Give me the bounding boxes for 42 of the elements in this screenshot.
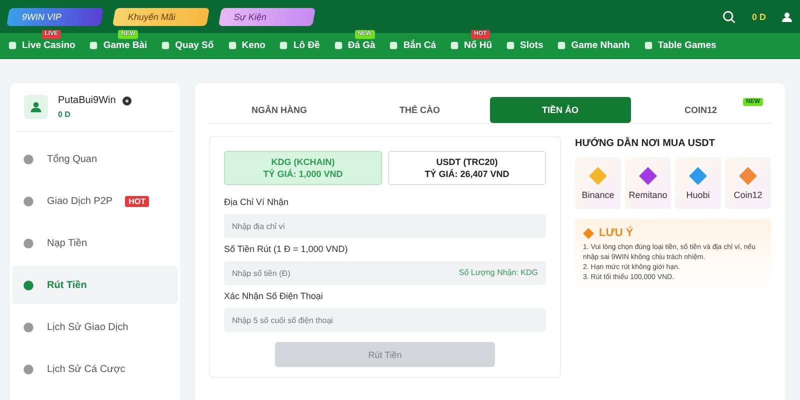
field-label: Xác Nhận Số Điện Thoại [224, 291, 324, 301]
username-text: PutaBui9Win [58, 95, 116, 106]
promo-button[interactable]: 9WIN VIP [6, 8, 104, 26]
field-label: Số Tiền Rút (1 Đ = 1,000 VND) [224, 244, 349, 254]
nav-item[interactable]: Quay Số [161, 40, 214, 51]
nav-item[interactable]: Slots [506, 40, 544, 51]
coin-option[interactable]: USDT (TRC20) TỶ GIÁ: 26,407 VND [388, 151, 546, 185]
sidebar-item[interactable]: Rút Tiền [12, 266, 178, 304]
hot-badge: HOT [124, 196, 150, 206]
receive-hint: Số Lượng Nhận: KDG [458, 268, 538, 277]
promo-button[interactable]: Khuyến Mãi [112, 8, 210, 26]
input-field[interactable]: Nhập địa chỉ ví [224, 214, 546, 238]
nav-item[interactable]: Bắn Cá [389, 40, 436, 51]
exchange-card[interactable]: Binance [575, 157, 621, 209]
search-icon[interactable] [722, 10, 736, 24]
badge-icon [122, 96, 132, 106]
tab[interactable]: TIỀN ẢO [490, 97, 630, 123]
input-field[interactable]: Nhập 5 số cuối số điện thoại [224, 308, 546, 332]
warning-icon [583, 228, 594, 238]
sidebar-item[interactable]: Lịch Sử Giao Dịch [12, 308, 178, 346]
nav-item[interactable]: Table Games [644, 40, 716, 51]
balance-text: 0 D [752, 12, 766, 22]
avatar-icon [24, 95, 48, 119]
user-icon[interactable] [782, 10, 792, 24]
nav-item[interactable]: Keno [228, 40, 266, 51]
promo-button[interactable]: Sự Kiện [218, 8, 316, 26]
guide-title: HƯỚNG DẪN NƠI MUA USDT [575, 138, 716, 149]
exchange-card[interactable]: Coin12 [725, 157, 771, 209]
tab[interactable]: NGÂN HÀNG [209, 97, 350, 123]
tab[interactable]: THẺ CÀO [350, 97, 490, 123]
user-balance: 0 D [58, 110, 72, 119]
exchange-card[interactable]: Huobi [675, 157, 721, 209]
coin-option[interactable]: KDG (KCHAIN) TỶ GIÁ: 1,000 VND [224, 151, 382, 185]
sidebar-item[interactable]: Lịch Sử Cá Cược [12, 350, 178, 388]
nav-item[interactable]: Lô Đề [279, 40, 320, 51]
sidebar-item[interactable]: Tổng Quan [12, 140, 178, 178]
exchange-card[interactable]: Remitano [625, 157, 671, 209]
sidebar-item[interactable]: Nạp Tiền [12, 224, 178, 262]
sidebar-item[interactable]: Giao Dịch P2P HOT [12, 182, 178, 220]
nav-item[interactable]: Game Nhanh [557, 40, 630, 51]
notice-title: LƯU Ý [599, 227, 634, 239]
field-label: Địa Chỉ Ví Nhận [224, 197, 290, 207]
